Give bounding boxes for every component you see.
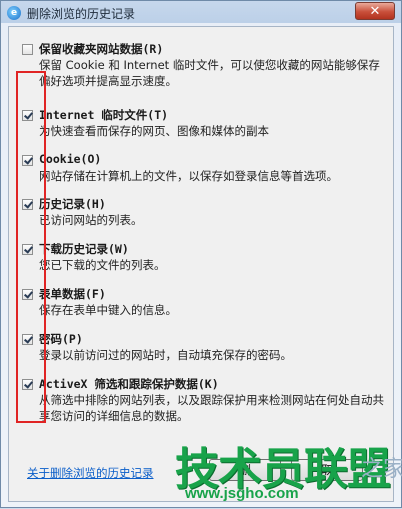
option-title: ActiveX 筛选和跟踪保护数据(K) [39,377,219,391]
option-description: 您已下载的文件的列表。 [39,258,166,272]
checkbox-highlight-box [16,71,46,423]
option-description: 保存在表单中键入的信息。 [39,303,177,317]
option-description: 从筛选中排除的网站列表，以及跟踪保护用来检测网站在何处自动共享您访问的详细信息的… [39,393,384,423]
window-title: 删除浏览的历史记录 [27,7,136,21]
about-delete-history-link[interactable]: 关于删除浏览的历史记录 [27,465,154,481]
title-bar: e 删除浏览的历史记录 ✕ [1,1,401,25]
delete-history-dialog: e 删除浏览的历史记录 ✕ 保留收藏夹网站数据(R) 保留 Cookie 和 I… [0,0,402,508]
ie-icon: e [7,6,21,20]
option-title: Cookie(O) [39,152,102,166]
option-description: 已访问网站的列表。 [39,213,143,227]
site-watermark: 技术员联盟 之家 www.jsgho.com [175,431,402,509]
option-title: Internet 临时文件(T) [39,108,169,122]
option-title: 下载历史记录(W) [39,242,129,256]
close-button[interactable]: ✕ [355,2,395,20]
option-title: 保留收藏夹网站数据(R) [39,42,164,56]
watermark-url: www.jsgho.com [185,485,299,502]
option-title: 历史记录(H) [39,197,106,211]
option-description: 保留 Cookie 和 Internet 临时文件，可以使您收藏的网站能够保存偏… [39,58,380,88]
option-description: 为快速查看而保存的网页、图像和媒体的副本 [39,124,269,138]
option-title: 表单数据(F) [39,287,106,301]
option-description: 网站存储在计算机上的文件，以保存如登录信息等首选项。 [39,169,338,183]
option-description: 登录以前访问过的网站时，自动填充保存的密码。 [39,348,292,362]
preserve-favorites-checkbox[interactable] [22,44,33,55]
watermark-suffix: 之家 [361,457,402,482]
